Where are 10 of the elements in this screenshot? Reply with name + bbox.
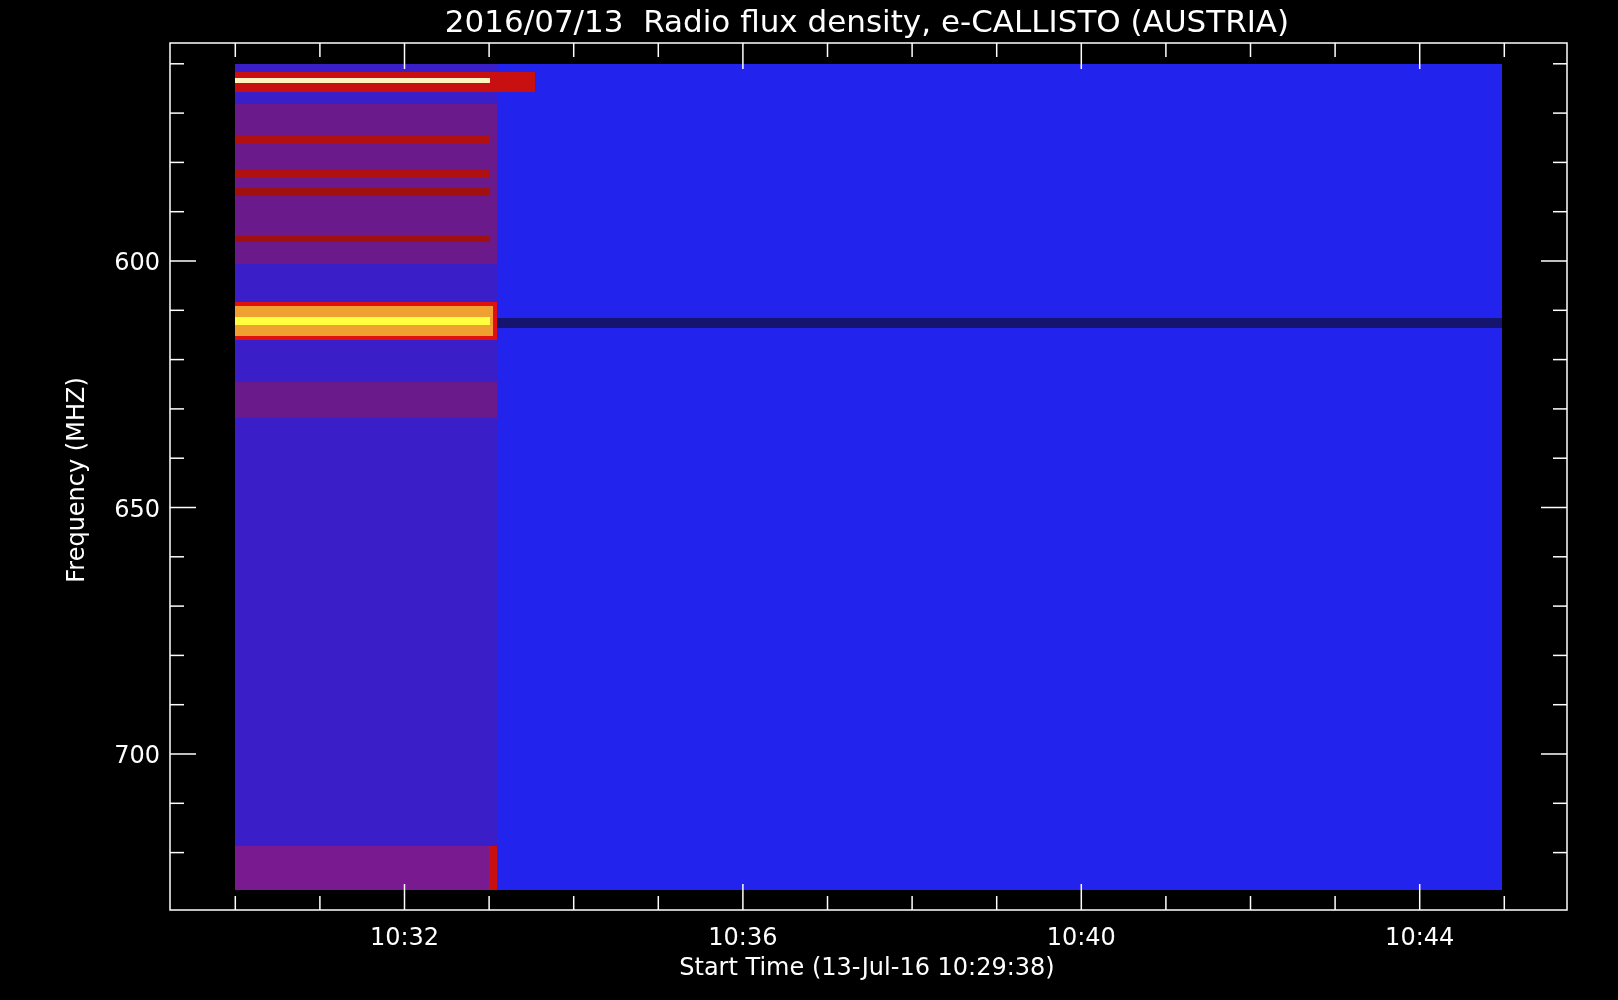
tick-label: 10:36 [708,923,778,951]
tick-label: 10:40 [1046,923,1116,951]
chart-title: 2016/07/13 Radio flux density, e-CALLISTO (AUSTRIA) [444,3,1290,39]
axis-label: Start Time (13-Jul-16 10:29:38) [679,953,1055,981]
tick-label: 650 [114,494,160,523]
tick-label: 10:32 [369,923,440,951]
axis-label: Frequency (MHZ) [62,377,90,583]
tick-label: 10:44 [1385,923,1455,951]
tick-label: 700 [114,741,160,769]
tick-label: 600 [114,248,160,276]
